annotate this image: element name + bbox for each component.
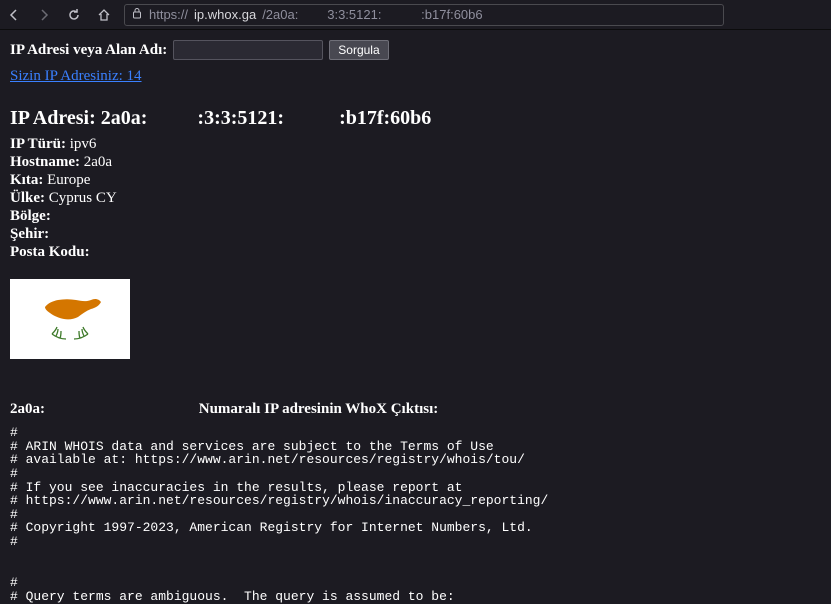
country-label: Ülke: bbox=[10, 190, 45, 206]
ip-heading: IP Adresi: 2a0a: :3:3:5121: :b17f:60b6 bbox=[10, 107, 821, 130]
postal-label: Posta Kodu: bbox=[10, 244, 90, 260]
ip-type-value: ipv6 bbox=[70, 136, 97, 152]
browser-toolbar: https:// ip.whox.ga/2a0a: 3:3:5121: :b17f… bbox=[0, 0, 831, 30]
lock-icon bbox=[131, 7, 143, 22]
hostname-label: Hostname: bbox=[10, 154, 80, 170]
city-label: Şehir: bbox=[10, 226, 49, 242]
ip-type-label: IP Türü: bbox=[10, 136, 66, 152]
hostname-value: 2a0a bbox=[84, 154, 112, 170]
continent-label: Kıta: bbox=[10, 172, 43, 188]
search-label: IP Adresi veya Alan Adı: bbox=[10, 42, 167, 59]
ip-heading-value: 2a0a: :3:3:5121: :b17f:60b6 bbox=[101, 107, 432, 129]
continent-value: Europe bbox=[47, 172, 90, 188]
url-bar[interactable]: https:// ip.whox.ga/2a0a: 3:3:5121: :b17f… bbox=[124, 4, 724, 26]
reload-icon[interactable] bbox=[66, 7, 82, 23]
url-path: /2a0a: 3:3:5121: :b17f:60b6 bbox=[262, 7, 482, 22]
region-label: Bölge: bbox=[10, 208, 51, 224]
query-button[interactable]: Sorgula bbox=[329, 40, 388, 60]
back-icon[interactable] bbox=[6, 7, 22, 23]
country-flag-cyprus bbox=[10, 279, 130, 359]
country-value: Cyprus CY bbox=[49, 190, 117, 206]
url-host: ip.whox.ga bbox=[194, 7, 256, 22]
forward-icon[interactable] bbox=[36, 7, 52, 23]
ip-heading-label: IP Adresi: bbox=[10, 107, 101, 129]
url-prefix: https:// bbox=[149, 7, 188, 22]
whois-output: # # ARIN WHOIS data and services are sub… bbox=[10, 426, 821, 603]
whois-heading: 2a0a: Numaralı IP adresinin WhoX Çıktısı… bbox=[10, 401, 821, 418]
ip-search-input[interactable] bbox=[173, 40, 323, 60]
page-content: IP Adresi veya Alan Adı: Sorgula Sizin I… bbox=[0, 30, 831, 603]
your-ip-link[interactable]: Sizin IP Adresiniz: 14 bbox=[10, 68, 142, 85]
home-icon[interactable] bbox=[96, 7, 112, 23]
